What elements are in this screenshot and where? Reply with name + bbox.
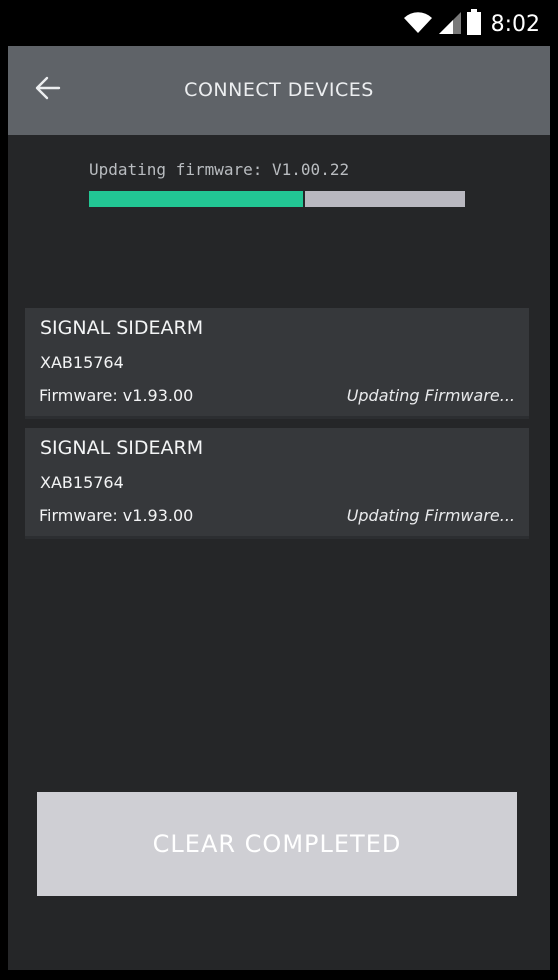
device-serial: XAB15764 (40, 353, 124, 372)
status-bar: 8:02 (0, 0, 558, 46)
signal-icon (438, 10, 461, 38)
device-card[interactable]: SIGNAL SIDEARM XAB15764 Firmware: v1.93.… (25, 428, 529, 539)
device-name: SIGNAL SIDEARM (40, 437, 204, 459)
device-card[interactable]: SIGNAL SIDEARM XAB15764 Firmware: v1.93.… (25, 308, 529, 419)
device-firmware: Firmware: v1.93.00 (39, 386, 194, 405)
device-status: Updating Firmware... (346, 386, 515, 405)
firmware-progress-bar (89, 191, 465, 207)
back-button[interactable] (28, 70, 68, 110)
device-serial: XAB15764 (40, 473, 124, 492)
device-status: Updating Firmware... (346, 506, 515, 525)
app-bar: CONNECT DEVICES (8, 46, 550, 135)
status-time: 8:02 (490, 11, 540, 37)
wifi-icon (403, 10, 433, 38)
device-firmware: Firmware: v1.93.00 (39, 506, 194, 525)
clear-completed-button[interactable]: CLEAR COMPLETED (37, 792, 517, 896)
device-name: SIGNAL SIDEARM (40, 317, 204, 339)
firmware-progress-fill (89, 191, 306, 207)
back-arrow-icon (35, 75, 61, 105)
page-title: CONNECT DEVICES (184, 79, 374, 101)
battery-icon (466, 9, 481, 39)
firmware-update-label: Updating firmware: V1.00.22 (89, 160, 350, 179)
status-icons: 8:02 (403, 8, 540, 40)
screen: CONNECT DEVICES Updating firmware: V1.00… (8, 46, 550, 970)
